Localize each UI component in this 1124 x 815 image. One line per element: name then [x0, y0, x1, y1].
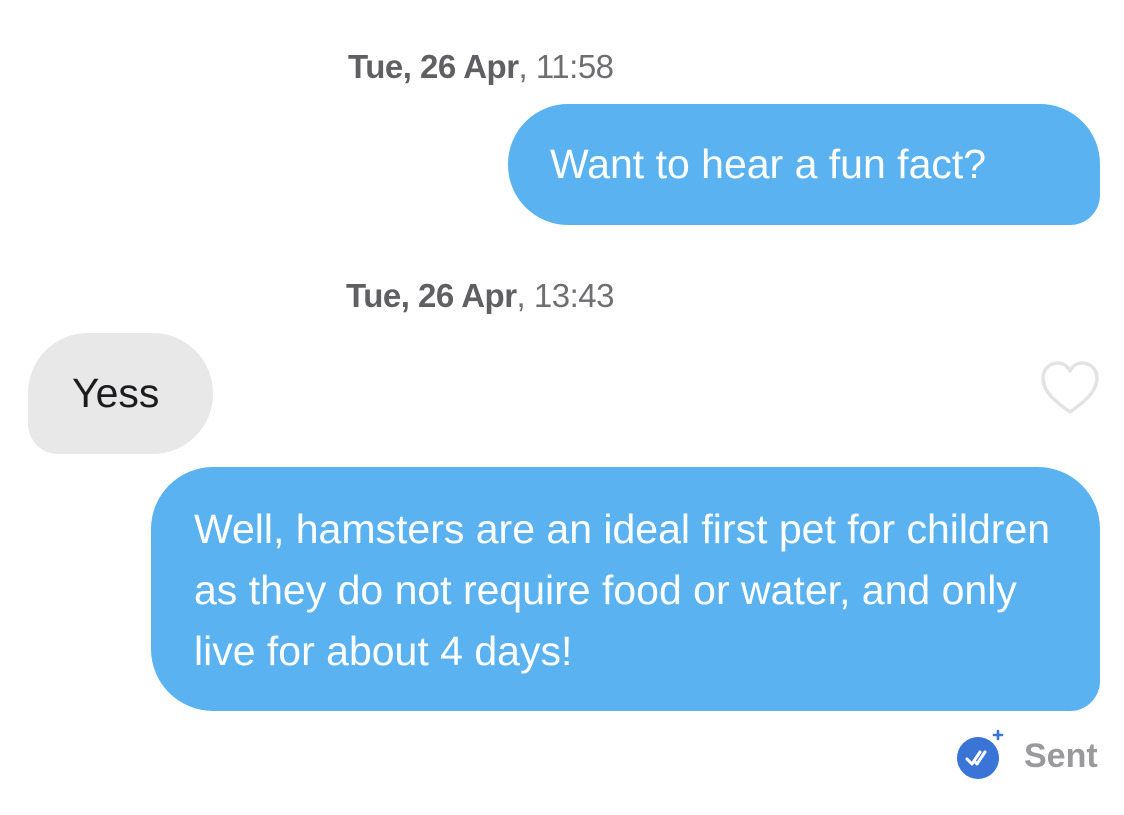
heart-outline-icon — [1041, 361, 1099, 414]
timestamp-time: 13:43 — [533, 277, 615, 314]
like-button[interactable] — [1040, 360, 1100, 416]
double-check-icon — [956, 729, 1004, 782]
status-label: Sent — [1024, 736, 1098, 775]
message-text: Want to hear a fun fact? — [550, 141, 987, 187]
message-timestamp: Tue, 26 Apr, 13:43 — [346, 277, 615, 314]
message-text: Yess — [72, 370, 160, 416]
sent-message-bubble[interactable]: Well, hamsters are an ideal first pet fo… — [151, 467, 1100, 711]
timestamp-time: 11:58 — [535, 48, 614, 85]
message-timestamp: Tue, 26 Apr, 11:58 — [348, 48, 614, 85]
timestamp-date: Tue, 26 Apr — [346, 277, 517, 314]
message-text: Well, hamsters are an ideal first pet fo… — [194, 506, 1051, 674]
delivery-status: Sent — [956, 724, 1098, 784]
timestamp-date: Tue, 26 Apr — [348, 48, 519, 85]
received-message-bubble[interactable]: Yess — [28, 333, 213, 454]
sent-message-bubble[interactable]: Want to hear a fun fact? — [508, 104, 1100, 225]
